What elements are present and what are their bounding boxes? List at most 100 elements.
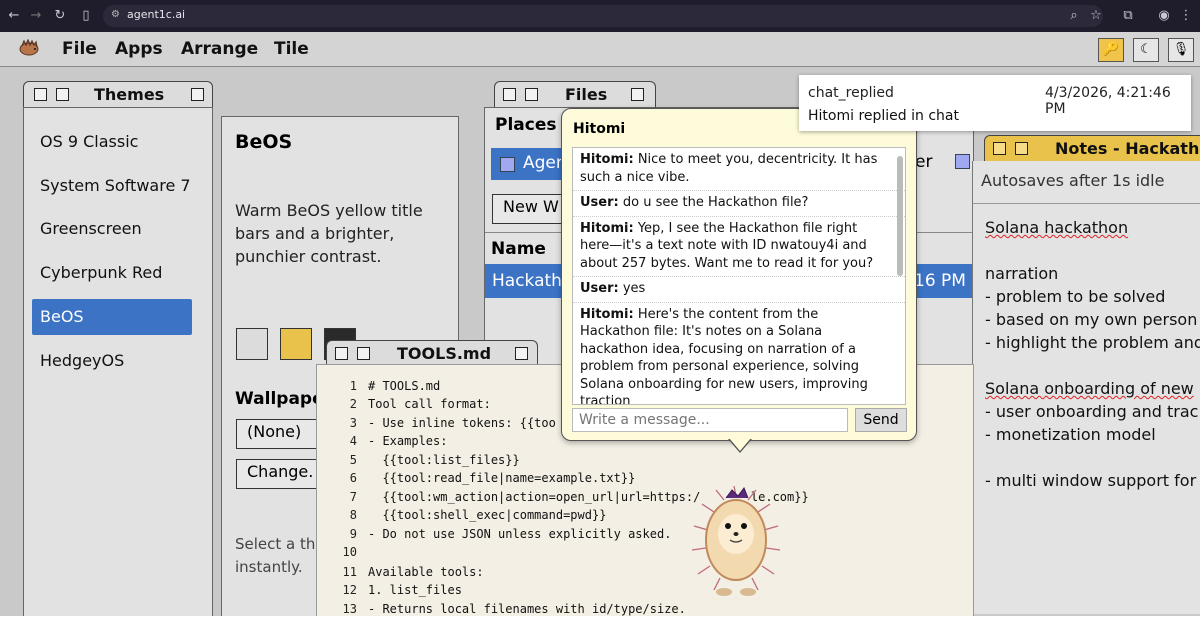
- zoom-icon[interactable]: ⌕: [1064, 6, 1084, 26]
- line-number: 8: [349, 508, 357, 522]
- line-number: 4: [349, 434, 357, 448]
- theme-hint-line2: instantly.: [235, 558, 303, 576]
- browser-menu-icon[interactable]: ⋮: [1176, 6, 1196, 26]
- tools-title: TOOLS.md: [397, 344, 492, 363]
- code-line: - Returns local filenames with id/type/s…: [368, 602, 686, 616]
- sidebar-icon[interactable]: ▯: [76, 6, 96, 26]
- notes-title: Notes - Hackatho: [1055, 139, 1200, 158]
- chat-message-input[interactable]: [572, 408, 848, 432]
- reload-icon[interactable]: ↻: [50, 6, 70, 26]
- collapse-box-icon[interactable]: [515, 347, 528, 360]
- tools-title-bar[interactable]: TOOLS.md: [326, 340, 538, 365]
- place-item-agent[interactable]: Agen: [491, 148, 571, 180]
- chat-message: Hitomi: Nice to meet you, decentricity. …: [573, 148, 905, 191]
- folder-icon[interactable]: [955, 154, 970, 169]
- swatch-gray: [236, 328, 268, 360]
- menu-apps[interactable]: Apps: [115, 39, 163, 59]
- address-bar[interactable]: ⚙ agent1c.ai: [103, 5, 1103, 27]
- theme-item-greenscreen[interactable]: Greenscreen: [32, 211, 192, 247]
- place-item-right-label: er: [915, 152, 933, 172]
- code-line: # TOOLS.md: [368, 379, 441, 393]
- line-number: 9: [349, 527, 357, 541]
- theme-item-cyberpunk[interactable]: Cyberpunk Red: [32, 255, 192, 291]
- notes-line: - problem to be solved: [985, 287, 1166, 306]
- notes-title-bar[interactable]: Notes - Hackatho: [984, 135, 1200, 162]
- theme-item-beos[interactable]: BeOS: [32, 299, 192, 335]
- profile-icon[interactable]: ◉: [1154, 6, 1174, 26]
- theme-item-os9[interactable]: OS 9 Classic: [32, 124, 192, 160]
- bookmark-star-icon[interactable]: ☆: [1086, 6, 1106, 26]
- line-number: 13: [342, 602, 357, 616]
- themes-list-panel: OS 9 Classic System Software 7 Greenscre…: [23, 107, 213, 619]
- moon-icon[interactable]: ☾: [1133, 38, 1159, 62]
- notes-autosave-status: Autosaves after 1s idle: [981, 171, 1165, 190]
- chat-title: Hitomi: [573, 121, 626, 137]
- line-number: 3: [349, 416, 357, 430]
- chat-message: User: do u see the Hackathon file?: [573, 191, 905, 217]
- send-button[interactable]: Send: [855, 408, 907, 432]
- microphone-icon[interactable]: 🎙: [1168, 38, 1194, 62]
- close-box-icon[interactable]: [993, 142, 1006, 155]
- chat-scrollbar[interactable]: [897, 156, 903, 276]
- line-number: 10: [342, 545, 357, 559]
- collapse-box-icon[interactable]: [191, 88, 204, 101]
- line-number: 1: [349, 379, 357, 393]
- files-title: Files: [565, 85, 608, 104]
- collapse-box-icon[interactable]: [631, 88, 644, 101]
- line-number: 5: [349, 453, 357, 467]
- close-box-icon[interactable]: [335, 347, 348, 360]
- zoom-box-icon[interactable]: [56, 88, 69, 101]
- zoom-box-icon[interactable]: [357, 347, 370, 360]
- theme-item-hedgeyos[interactable]: HedgeyOS: [32, 343, 192, 379]
- chat-sender: User:: [580, 281, 619, 296]
- chat-sender: Hitomi:: [580, 152, 634, 167]
- zoom-box-icon[interactable]: [1015, 142, 1028, 155]
- browser-toolbar: ← → ↻ ▯ ⚙ agent1c.ai ⌕ ☆ ⧉ ◉ ⋮: [0, 0, 1200, 32]
- zoom-box-icon[interactable]: [525, 88, 538, 101]
- hedgehog-mascot-icon[interactable]: [686, 484, 786, 600]
- notes-line: Solana onboarding of new: [985, 379, 1194, 398]
- close-box-icon[interactable]: [34, 88, 47, 101]
- notes-line: - multi window support for: [985, 471, 1197, 490]
- menu-tile[interactable]: Tile: [274, 39, 309, 59]
- chat-sender: Hitomi:: [580, 306, 634, 322]
- notes-window: Autosaves after 1s idle Solana hackathon…: [972, 161, 1200, 614]
- back-icon[interactable]: ←: [4, 6, 24, 26]
- notification-toast[interactable]: chat_replied 4/3/2026, 4:21:46 PM Hitomi…: [799, 75, 1191, 131]
- forward-icon[interactable]: →: [26, 6, 46, 26]
- themes-title-bar[interactable]: Themes: [23, 81, 213, 108]
- chat-text: do u see the Hackathon file?: [618, 195, 809, 210]
- key-icon[interactable]: 🔑: [1098, 38, 1124, 62]
- chat-log[interactable]: Hitomi: Nice to meet you, decentricity. …: [572, 147, 906, 405]
- menu-file[interactable]: File: [62, 39, 97, 59]
- chat-text: yes: [618, 281, 646, 296]
- column-header-name[interactable]: Name: [491, 239, 546, 259]
- notes-editor[interactable]: Solana hackathon narration - problem to …: [973, 203, 1200, 615]
- close-box-icon[interactable]: [503, 88, 516, 101]
- line-number: 11: [342, 565, 357, 579]
- chat-pointer-fill: [729, 438, 751, 451]
- chat-message: User: yes: [573, 277, 905, 303]
- new-window-button[interactable]: New W: [492, 194, 572, 224]
- themes-title: Themes: [94, 85, 165, 104]
- code-line: Tool call format:: [368, 397, 491, 411]
- notes-line: - user onboarding and trac: [985, 402, 1199, 421]
- extensions-icon[interactable]: ⧉: [1118, 6, 1138, 26]
- notification-message: Hitomi replied in chat: [808, 108, 959, 124]
- url-text: agent1c.ai: [127, 8, 186, 21]
- chat-message: Hitomi: Yep, I see the Hackathon file ri…: [573, 217, 905, 277]
- hedgehog-logo-icon[interactable]: [18, 38, 40, 57]
- notes-line: - monetization model: [985, 425, 1156, 444]
- menu-arrange[interactable]: Arrange: [181, 39, 258, 59]
- code-line: {{tool:list_files}}: [368, 453, 520, 467]
- menubar: File Apps Arrange Tile: [0, 32, 1200, 67]
- notes-line: narration: [985, 264, 1059, 283]
- site-info-icon[interactable]: ⚙: [111, 9, 120, 20]
- swatch-yellow: [280, 328, 312, 360]
- places-label: Places: [495, 115, 557, 135]
- chat-message: Hitomi: Here's the content from the Hack…: [573, 303, 905, 405]
- theme-item-system7[interactable]: System Software 7: [32, 168, 192, 204]
- chat-sender: Hitomi:: [580, 220, 634, 236]
- theme-detail-description: Warm BeOS yellow title bars and a bright…: [235, 201, 423, 266]
- files-title-bar[interactable]: Files: [494, 81, 656, 108]
